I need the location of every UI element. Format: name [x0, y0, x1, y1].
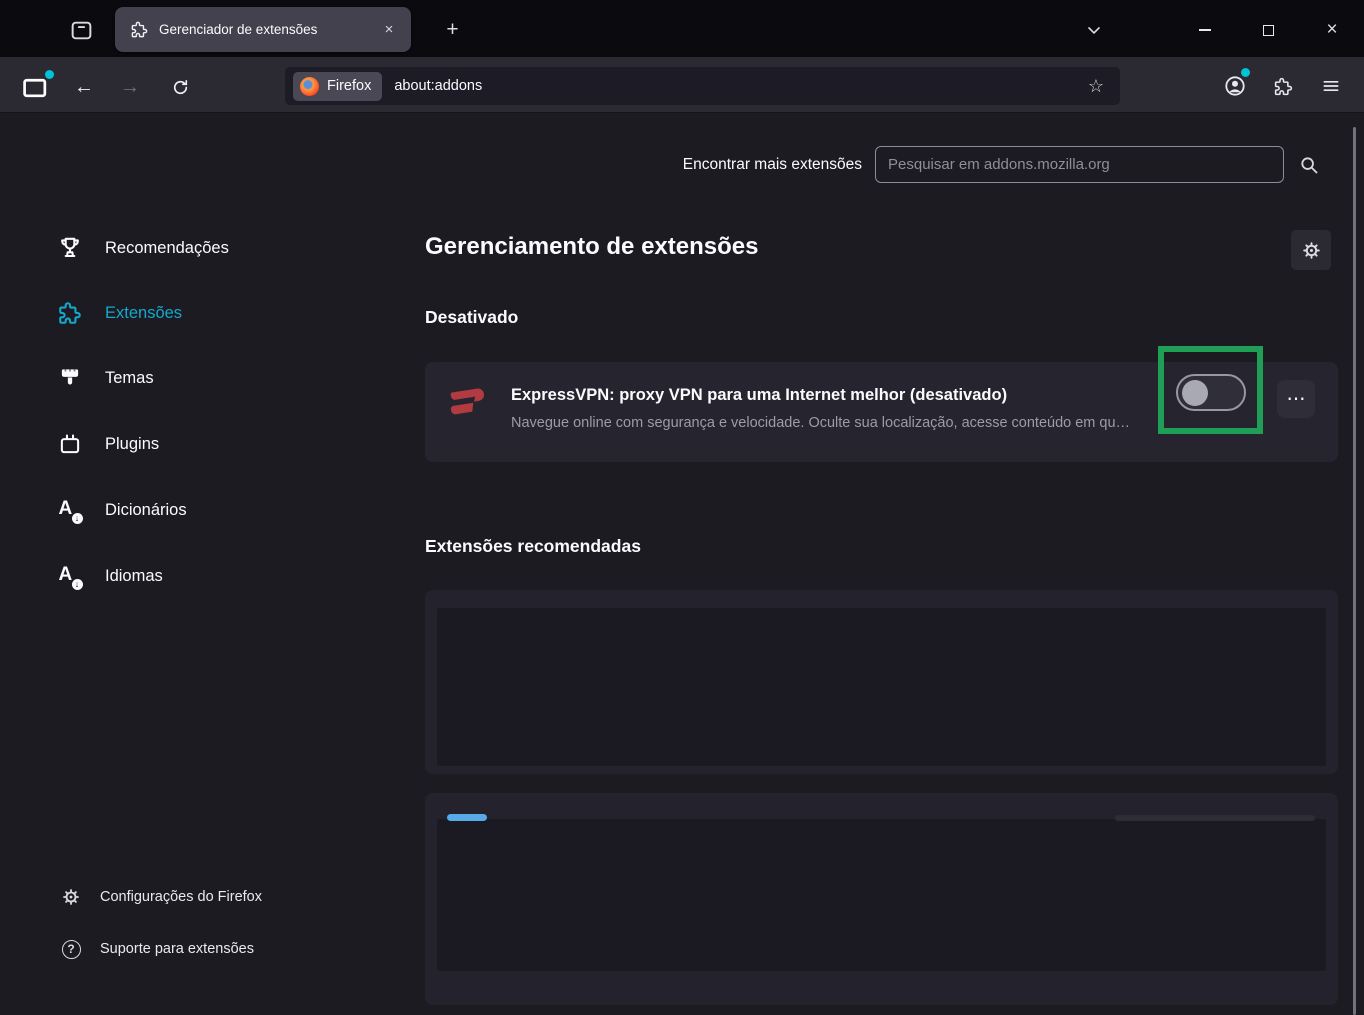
menu-button[interactable] [1312, 70, 1350, 102]
reload-icon [173, 79, 187, 94]
puzzle-icon [59, 302, 81, 324]
site-identity-label: Firefox [327, 78, 372, 94]
maximize-icon [1262, 24, 1274, 36]
sidebar-item-label: Extensões [105, 303, 183, 322]
trophy-icon [61, 237, 79, 258]
maximize-button[interactable] [1250, 12, 1286, 48]
sidebar-item-languages[interactable]: Idiomas [56, 556, 386, 596]
sidebar-item-label: Configurações do Firefox [100, 889, 262, 905]
page-title: Gerenciamento de extensões [425, 233, 759, 260]
sidebar-item-label: Recomendações [105, 238, 229, 257]
loading-icon-placeholder [447, 814, 487, 821]
letter-a-download-icon [58, 564, 83, 590]
back-button[interactable]: ← [68, 71, 100, 103]
address-bar[interactable]: Firefox about:addons ☆ [285, 67, 1120, 105]
tab-close-button[interactable]: × [377, 18, 401, 42]
forward-button[interactable]: → [114, 71, 146, 103]
find-more-extensions-label: Encontrar mais extensões [682, 156, 862, 173]
letter-a-download-icon [58, 498, 83, 524]
expressvpn-logo-icon [443, 377, 489, 423]
sidebar-item-label: Idiomas [105, 566, 163, 585]
plug-icon [60, 434, 80, 454]
close-window-button[interactable]: × [1314, 12, 1350, 48]
search-button[interactable] [1294, 150, 1324, 180]
toggle-knob [1182, 379, 1208, 406]
firefox-logo-icon [300, 76, 319, 96]
reload-button[interactable] [164, 71, 196, 103]
sidebar-item-extensions[interactable]: Extensões [56, 293, 386, 333]
firefox-window: Gerenciador de extensões × + × ← → Firef… [0, 0, 1364, 1015]
bookmark-star-button[interactable]: ☆ [1081, 71, 1111, 101]
profile-button[interactable] [14, 69, 56, 105]
sidebar-item-themes[interactable]: Temas [56, 358, 386, 398]
tab-extension-manager[interactable]: Gerenciador de extensões × [115, 7, 411, 52]
sidebar-item-label: Plugins [105, 434, 160, 453]
sidebar-item-label: Temas [105, 368, 154, 387]
extensions-toolbar-button[interactable] [1264, 70, 1302, 102]
loading-bar-placeholder [1115, 815, 1315, 821]
minimize-button[interactable] [1187, 12, 1223, 48]
account-icon [1225, 76, 1245, 96]
account-button[interactable] [1216, 68, 1254, 102]
question-icon: ? [61, 939, 81, 959]
firefox-view-button[interactable] [62, 11, 100, 49]
extension-card-expressvpn[interactable]: ExpressVPN: proxy VPN para uma Internet … [425, 346, 1338, 462]
notification-dot [45, 70, 54, 79]
url-text: about:addons [394, 78, 483, 94]
search-icon [1301, 157, 1318, 174]
sidebar-item-plugins[interactable]: Plugins [56, 424, 386, 464]
recommended-extension-card[interactable] [425, 590, 1338, 774]
minimize-icon [1199, 29, 1211, 31]
site-identity-chip[interactable]: Firefox [293, 71, 383, 101]
window-icon [22, 78, 46, 97]
tab-title: Gerenciador de extensões [159, 22, 318, 37]
notification-dot [1241, 68, 1250, 77]
extension-description: Navegue online com segurança e velocidad… [511, 415, 1131, 431]
tools-for-all-addons-button[interactable] [1291, 230, 1331, 270]
extension-enable-toggle[interactable] [1176, 374, 1246, 411]
puzzle-icon [131, 21, 148, 38]
paintbrush-icon [61, 369, 79, 385]
sidebar-item-label: Suporte para extensões [100, 941, 254, 957]
sidebar-item-dictionaries[interactable]: Dicionários [56, 490, 386, 530]
section-heading-disabled: Desativado [425, 307, 519, 327]
vertical-scrollbar[interactable] [1353, 127, 1356, 1015]
gear-icon [1302, 241, 1320, 259]
card-content-placeholder [437, 608, 1326, 766]
tab-list-button[interactable] [1078, 14, 1110, 46]
section-heading-recommended: Extensões recomendadas [425, 536, 641, 556]
search-input[interactable] [875, 146, 1284, 183]
titlebar: Gerenciador de extensões × + × [0, 0, 1364, 57]
more-options-button[interactable]: ⋯ [1277, 380, 1315, 418]
extension-name: ExpressVPN: proxy VPN para uma Internet … [511, 386, 1008, 404]
hamburger-icon [1323, 81, 1339, 91]
sidebar-item-extension-support[interactable]: ? Suporte para extensões [60, 931, 390, 967]
firefox-view-icon [71, 21, 91, 39]
sidebar-item-firefox-settings[interactable]: Configurações do Firefox [60, 879, 390, 915]
puzzle-icon [1274, 77, 1292, 95]
recommended-extension-card[interactable] [425, 793, 1338, 1005]
card-content-placeholder [437, 819, 1326, 971]
sidebar-item-label: Dicionários [105, 500, 187, 519]
gear-icon [63, 889, 79, 905]
new-tab-button[interactable]: + [436, 13, 469, 46]
chevron-down-icon [1088, 27, 1100, 34]
sidebar-item-recommendations[interactable]: Recomendações [56, 228, 386, 268]
